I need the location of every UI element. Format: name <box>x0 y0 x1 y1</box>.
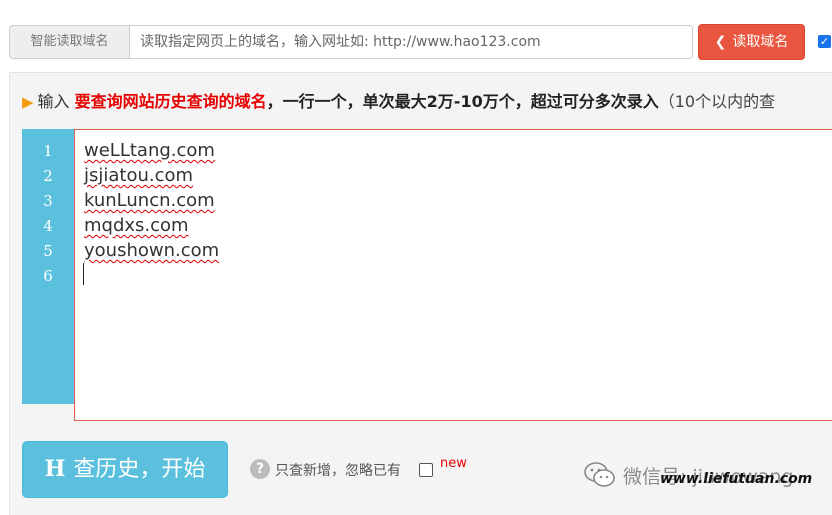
domain-line: weLLtang.com <box>84 140 215 161</box>
only-new-checkbox[interactable] <box>419 463 433 477</box>
domain-textarea[interactable]: weLLtang.com jsjiatou.com kunLuncn.com m… <box>74 129 832 421</box>
start-history-query-button[interactable]: H 查历史，开始 <box>22 441 228 498</box>
domain-line: mqdxs.com <box>84 215 189 236</box>
new-badge: new <box>440 456 467 471</box>
instruction-text: ▶ 输入 要查询网站历史查询的域名，一行一个，单次最大2万-10万个，超过可分多次… <box>22 90 832 114</box>
text-caret <box>83 263 84 285</box>
read-domains-button[interactable]: ❮ 读取域名 <box>698 24 805 60</box>
line-number: 6 <box>43 267 53 285</box>
line-number: 5 <box>43 242 53 260</box>
domain-line: kunLuncn.com <box>84 190 215 211</box>
domain-line: youshown.com <box>84 240 220 261</box>
start-button-label: 查历史，开始 <box>73 457 206 482</box>
only-new-label: 只查新增，忽略已有 <box>275 463 401 479</box>
smart-read-label: 智能读取域名 <box>9 25 129 59</box>
line-number-gutter: 1 2 3 4 5 6 <box>22 129 74 404</box>
option-checkbox[interactable]: ✓ <box>818 35 831 48</box>
arrow-right-icon: ▶ <box>22 93 34 111</box>
instruction-highlight: 要查询网站历史查询的域名 <box>74 92 267 111</box>
help-icon[interactable]: ? <box>250 459 270 479</box>
wechat-icon <box>584 462 615 487</box>
line-number: 3 <box>43 192 53 210</box>
instruction-rule: ，一行一个，单次最大2万-10万个，超过可分多次录入 <box>266 92 659 111</box>
site-watermark: www.liefutuan.com <box>660 471 813 487</box>
h-letter-icon: H <box>44 456 66 482</box>
chevron-left-icon: ❮ <box>714 34 727 50</box>
domain-line: jsjiatou.com <box>84 165 194 186</box>
instruction-prefix: 输入 <box>37 92 70 111</box>
line-number: 2 <box>43 167 53 185</box>
line-number: 1 <box>43 142 53 160</box>
line-number: 4 <box>43 217 53 235</box>
instruction-note: （10个以内的查 <box>658 92 776 111</box>
read-domains-label: 读取域名 <box>732 34 789 50</box>
url-input[interactable] <box>129 25 693 59</box>
toolbar: 智能读取域名 ❮ 读取域名 ✓ <box>0 0 832 68</box>
